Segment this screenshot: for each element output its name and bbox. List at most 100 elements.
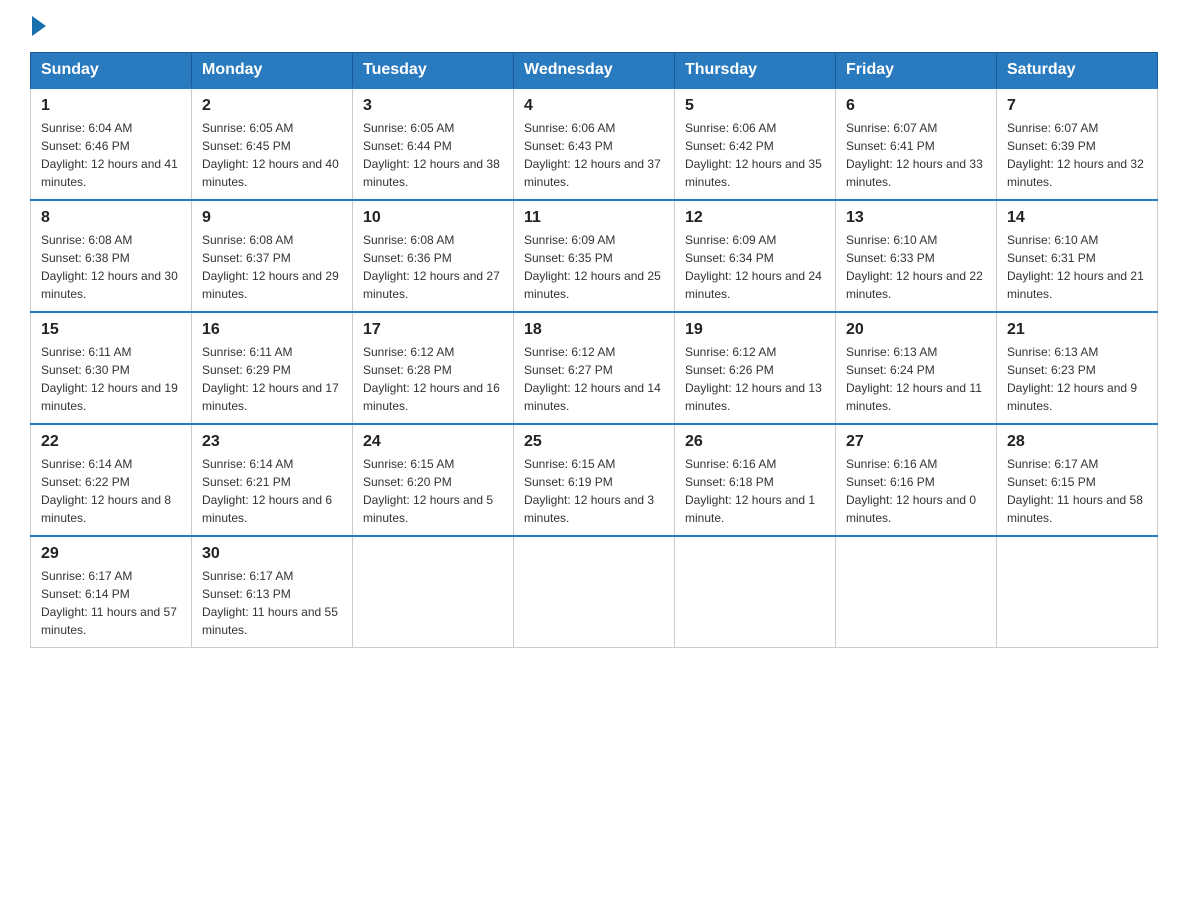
calendar-cell: 28 Sunrise: 6:17 AMSunset: 6:15 PMDaylig…: [997, 424, 1158, 536]
calendar-cell: 10 Sunrise: 6:08 AMSunset: 6:36 PMDaylig…: [353, 200, 514, 312]
calendar-cell: [353, 536, 514, 648]
calendar-cell: 24 Sunrise: 6:15 AMSunset: 6:20 PMDaylig…: [353, 424, 514, 536]
day-number: 12: [685, 209, 825, 227]
day-number: 5: [685, 97, 825, 115]
day-number: 20: [846, 321, 986, 339]
weekday-header-friday: Friday: [836, 53, 997, 89]
calendar-cell: 26 Sunrise: 6:16 AMSunset: 6:18 PMDaylig…: [675, 424, 836, 536]
calendar-cell: 20 Sunrise: 6:13 AMSunset: 6:24 PMDaylig…: [836, 312, 997, 424]
calendar-week-row-2: 8 Sunrise: 6:08 AMSunset: 6:38 PMDayligh…: [31, 200, 1158, 312]
calendar-cell: 17 Sunrise: 6:12 AMSunset: 6:28 PMDaylig…: [353, 312, 514, 424]
logo: [30, 20, 46, 32]
calendar-cell: 4 Sunrise: 6:06 AMSunset: 6:43 PMDayligh…: [514, 88, 675, 200]
day-info: Sunrise: 6:09 AMSunset: 6:34 PMDaylight:…: [685, 231, 825, 303]
calendar-cell: 8 Sunrise: 6:08 AMSunset: 6:38 PMDayligh…: [31, 200, 192, 312]
calendar-cell: 5 Sunrise: 6:06 AMSunset: 6:42 PMDayligh…: [675, 88, 836, 200]
day-info: Sunrise: 6:11 AMSunset: 6:29 PMDaylight:…: [202, 343, 342, 415]
day-info: Sunrise: 6:10 AMSunset: 6:33 PMDaylight:…: [846, 231, 986, 303]
weekday-header-sunday: Sunday: [31, 53, 192, 89]
day-number: 29: [41, 545, 181, 563]
day-info: Sunrise: 6:14 AMSunset: 6:22 PMDaylight:…: [41, 455, 181, 527]
day-info: Sunrise: 6:12 AMSunset: 6:26 PMDaylight:…: [685, 343, 825, 415]
page-header: [30, 20, 1158, 32]
day-number: 27: [846, 433, 986, 451]
calendar-cell: 25 Sunrise: 6:15 AMSunset: 6:19 PMDaylig…: [514, 424, 675, 536]
day-info: Sunrise: 6:16 AMSunset: 6:18 PMDaylight:…: [685, 455, 825, 527]
day-info: Sunrise: 6:17 AMSunset: 6:13 PMDaylight:…: [202, 567, 342, 639]
calendar-cell: 30 Sunrise: 6:17 AMSunset: 6:13 PMDaylig…: [192, 536, 353, 648]
day-number: 1: [41, 97, 181, 115]
calendar-cell: [836, 536, 997, 648]
day-number: 11: [524, 209, 664, 227]
day-number: 21: [1007, 321, 1147, 339]
day-number: 25: [524, 433, 664, 451]
day-info: Sunrise: 6:07 AMSunset: 6:39 PMDaylight:…: [1007, 119, 1147, 191]
calendar-cell: 29 Sunrise: 6:17 AMSunset: 6:14 PMDaylig…: [31, 536, 192, 648]
day-number: 28: [1007, 433, 1147, 451]
day-number: 30: [202, 545, 342, 563]
calendar-cell: 9 Sunrise: 6:08 AMSunset: 6:37 PMDayligh…: [192, 200, 353, 312]
calendar-cell: 13 Sunrise: 6:10 AMSunset: 6:33 PMDaylig…: [836, 200, 997, 312]
weekday-header-saturday: Saturday: [997, 53, 1158, 89]
calendar-cell: 3 Sunrise: 6:05 AMSunset: 6:44 PMDayligh…: [353, 88, 514, 200]
day-info: Sunrise: 6:14 AMSunset: 6:21 PMDaylight:…: [202, 455, 342, 527]
day-info: Sunrise: 6:04 AMSunset: 6:46 PMDaylight:…: [41, 119, 181, 191]
day-number: 18: [524, 321, 664, 339]
calendar-cell: 6 Sunrise: 6:07 AMSunset: 6:41 PMDayligh…: [836, 88, 997, 200]
calendar-cell: 22 Sunrise: 6:14 AMSunset: 6:22 PMDaylig…: [31, 424, 192, 536]
day-info: Sunrise: 6:10 AMSunset: 6:31 PMDaylight:…: [1007, 231, 1147, 303]
calendar-cell: 27 Sunrise: 6:16 AMSunset: 6:16 PMDaylig…: [836, 424, 997, 536]
calendar-cell: 19 Sunrise: 6:12 AMSunset: 6:26 PMDaylig…: [675, 312, 836, 424]
day-number: 2: [202, 97, 342, 115]
calendar-table: SundayMondayTuesdayWednesdayThursdayFrid…: [30, 52, 1158, 648]
calendar-week-row-5: 29 Sunrise: 6:17 AMSunset: 6:14 PMDaylig…: [31, 536, 1158, 648]
day-info: Sunrise: 6:15 AMSunset: 6:19 PMDaylight:…: [524, 455, 664, 527]
day-info: Sunrise: 6:08 AMSunset: 6:37 PMDaylight:…: [202, 231, 342, 303]
day-info: Sunrise: 6:17 AMSunset: 6:15 PMDaylight:…: [1007, 455, 1147, 527]
day-number: 26: [685, 433, 825, 451]
day-number: 9: [202, 209, 342, 227]
day-number: 17: [363, 321, 503, 339]
day-number: 8: [41, 209, 181, 227]
day-number: 13: [846, 209, 986, 227]
weekday-header-tuesday: Tuesday: [353, 53, 514, 89]
calendar-cell: [675, 536, 836, 648]
logo-triangle-icon: [32, 16, 46, 36]
day-number: 10: [363, 209, 503, 227]
calendar-week-row-4: 22 Sunrise: 6:14 AMSunset: 6:22 PMDaylig…: [31, 424, 1158, 536]
day-info: Sunrise: 6:08 AMSunset: 6:36 PMDaylight:…: [363, 231, 503, 303]
day-info: Sunrise: 6:05 AMSunset: 6:44 PMDaylight:…: [363, 119, 503, 191]
calendar-cell: 15 Sunrise: 6:11 AMSunset: 6:30 PMDaylig…: [31, 312, 192, 424]
day-number: 15: [41, 321, 181, 339]
day-info: Sunrise: 6:13 AMSunset: 6:24 PMDaylight:…: [846, 343, 986, 415]
weekday-header-row: SundayMondayTuesdayWednesdayThursdayFrid…: [31, 53, 1158, 89]
day-number: 24: [363, 433, 503, 451]
day-info: Sunrise: 6:08 AMSunset: 6:38 PMDaylight:…: [41, 231, 181, 303]
calendar-cell: [997, 536, 1158, 648]
day-number: 14: [1007, 209, 1147, 227]
day-info: Sunrise: 6:12 AMSunset: 6:28 PMDaylight:…: [363, 343, 503, 415]
day-info: Sunrise: 6:12 AMSunset: 6:27 PMDaylight:…: [524, 343, 664, 415]
day-number: 23: [202, 433, 342, 451]
day-info: Sunrise: 6:17 AMSunset: 6:14 PMDaylight:…: [41, 567, 181, 639]
calendar-cell: 21 Sunrise: 6:13 AMSunset: 6:23 PMDaylig…: [997, 312, 1158, 424]
calendar-week-row-1: 1 Sunrise: 6:04 AMSunset: 6:46 PMDayligh…: [31, 88, 1158, 200]
day-info: Sunrise: 6:13 AMSunset: 6:23 PMDaylight:…: [1007, 343, 1147, 415]
calendar-cell: 23 Sunrise: 6:14 AMSunset: 6:21 PMDaylig…: [192, 424, 353, 536]
calendar-cell: [514, 536, 675, 648]
day-number: 19: [685, 321, 825, 339]
day-number: 7: [1007, 97, 1147, 115]
day-number: 16: [202, 321, 342, 339]
calendar-week-row-3: 15 Sunrise: 6:11 AMSunset: 6:30 PMDaylig…: [31, 312, 1158, 424]
weekday-header-thursday: Thursday: [675, 53, 836, 89]
day-info: Sunrise: 6:05 AMSunset: 6:45 PMDaylight:…: [202, 119, 342, 191]
calendar-cell: 11 Sunrise: 6:09 AMSunset: 6:35 PMDaylig…: [514, 200, 675, 312]
weekday-header-monday: Monday: [192, 53, 353, 89]
day-number: 4: [524, 97, 664, 115]
day-info: Sunrise: 6:16 AMSunset: 6:16 PMDaylight:…: [846, 455, 986, 527]
calendar-cell: 14 Sunrise: 6:10 AMSunset: 6:31 PMDaylig…: [997, 200, 1158, 312]
day-number: 6: [846, 97, 986, 115]
day-info: Sunrise: 6:06 AMSunset: 6:43 PMDaylight:…: [524, 119, 664, 191]
day-info: Sunrise: 6:07 AMSunset: 6:41 PMDaylight:…: [846, 119, 986, 191]
day-info: Sunrise: 6:09 AMSunset: 6:35 PMDaylight:…: [524, 231, 664, 303]
